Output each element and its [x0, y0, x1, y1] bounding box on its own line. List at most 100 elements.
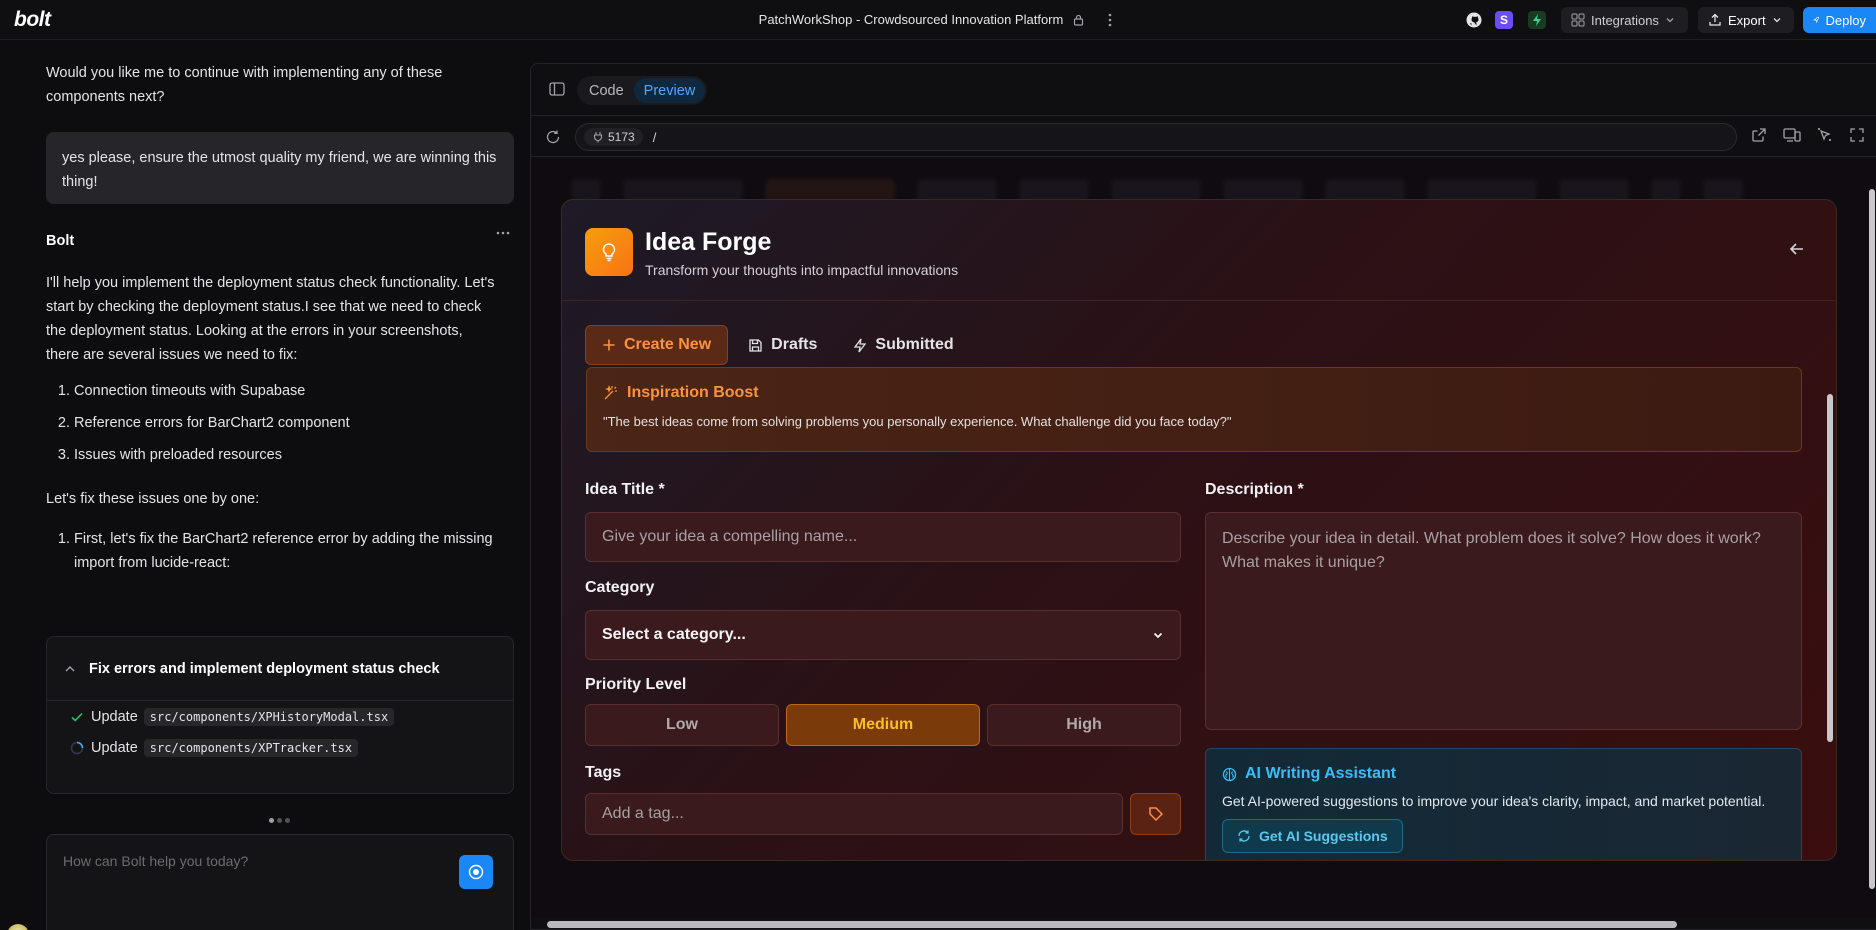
tab-drafts[interactable]: Drafts [732, 325, 833, 365]
assistant-paragraph: I'll help you implement the deployment s… [46, 275, 495, 363]
ai-description: Get AI-powered suggestions to improve yo… [1222, 793, 1766, 809]
list-item: Issues with preloaded resources [74, 443, 516, 467]
action-verb: Update [91, 739, 138, 756]
tab-label: Drafts [771, 336, 818, 353]
plug-icon [593, 132, 603, 143]
rocket-icon [1813, 16, 1819, 24]
inspiration-boost-card: Inspiration Boost "The best ideas come f… [586, 367, 1802, 452]
deploy-label: Deploy [1825, 12, 1866, 28]
assistant-message-intro: Would you like me to continue with imple… [46, 65, 443, 105]
assistant-name: Bolt [46, 233, 75, 249]
artifact-action: Update src/components/XPHistoryModal.tsx [47, 701, 513, 732]
preview-frame: Idea Forge Transform your thoughts into … [531, 159, 1876, 917]
priority-low-button[interactable]: Low [585, 704, 779, 746]
category-selected: Select a category... [602, 626, 746, 643]
workbench: Code Preview 5173 / Idea Forge Transform… [530, 63, 1876, 930]
zap-icon [854, 338, 867, 352]
lock-icon [1073, 14, 1084, 26]
inspiration-quote: "The best ideas come from solving proble… [603, 414, 1232, 429]
priority-medium-button[interactable]: Medium [786, 704, 980, 746]
export-button[interactable]: Export [1698, 7, 1794, 33]
url-path: / [652, 129, 657, 145]
tag-input[interactable] [585, 793, 1123, 835]
inspect-pointer-icon[interactable] [1817, 127, 1833, 143]
tab-submitted[interactable]: Submitted [837, 325, 969, 365]
modal-title: Idea Forge [645, 228, 772, 256]
prompt-input[interactable] [63, 853, 443, 869]
save-icon [749, 338, 762, 352]
fix-intro: Let's fix these issues one by one: [46, 491, 260, 507]
supabase-icon[interactable] [1528, 11, 1546, 29]
refresh-icon [1238, 830, 1250, 842]
loading-dots [269, 818, 290, 823]
description-textarea[interactable] [1205, 512, 1802, 730]
plus-icon [603, 339, 615, 351]
fix-steps-list: First, let's fix the BarChart2 reference… [46, 527, 516, 583]
spinner-icon [70, 741, 84, 754]
tab-preview[interactable]: Preview [633, 78, 706, 103]
category-label: Category [585, 579, 655, 596]
tab-create-new[interactable]: Create New [585, 325, 729, 365]
get-ai-suggestions-button[interactable]: Get AI Suggestions [1222, 819, 1403, 853]
more-horizontal-icon[interactable] [496, 231, 510, 235]
list-item: Connection timeouts with Supabase [74, 379, 516, 403]
refresh-icon[interactable] [545, 129, 561, 145]
export-label: Export [1728, 12, 1766, 28]
stackblitz-badge[interactable]: S [1495, 11, 1513, 29]
devices-icon[interactable] [1783, 127, 1801, 143]
artifact-header[interactable]: Fix errors and implement deployment stat… [47, 637, 513, 701]
fullscreen-icon[interactable] [1849, 127, 1865, 143]
prompt-box [46, 834, 514, 930]
category-select[interactable]: Select a category... [585, 610, 1181, 660]
brain-icon [1222, 767, 1237, 781]
arrow-left-icon[interactable] [1788, 240, 1806, 258]
more-vertical-icon[interactable] [1108, 13, 1112, 27]
chevron-down-icon [1773, 18, 1781, 23]
panel-toggle-icon[interactable] [549, 82, 565, 96]
description-label: Description * [1205, 481, 1304, 498]
url-row: 5173 / [531, 116, 1876, 157]
lightbulb-icon [585, 228, 633, 276]
chevron-up-icon [65, 665, 75, 671]
preview-horizontal-scrollbar[interactable] [531, 917, 1876, 929]
avatar[interactable] [7, 924, 29, 930]
integrations-label: Integrations [1591, 12, 1659, 28]
preview-tools [1751, 127, 1865, 143]
modal-scrollbar[interactable] [1824, 366, 1836, 856]
file-path: src/components/XPHistoryModal.tsx [143, 707, 395, 726]
tab-code[interactable]: Code [579, 78, 634, 103]
external-link-icon[interactable] [1751, 127, 1767, 143]
idea-forge-modal: Idea Forge Transform your thoughts into … [561, 199, 1837, 861]
tab-label: Create New [624, 336, 712, 353]
tag-icon [1148, 807, 1163, 822]
tags-label: Tags [585, 764, 622, 781]
url-bar[interactable]: 5173 / [575, 123, 1737, 151]
project-title[interactable]: PatchWorkShop - Crowdsourced Innovation … [759, 12, 1064, 27]
tab-label: Submitted [875, 336, 954, 353]
chevron-down-icon [1153, 632, 1163, 639]
artifact-title: Fix errors and implement deployment stat… [89, 660, 440, 677]
list-item: First, let's fix the BarChart2 reference… [74, 527, 516, 575]
port-number: 5173 [608, 130, 635, 144]
port-selector[interactable]: 5173 [584, 128, 643, 146]
grid-icon [1571, 13, 1585, 27]
idea-title-input[interactable] [585, 512, 1181, 562]
add-tag-button[interactable] [1130, 793, 1181, 835]
integrations-button[interactable]: Integrations [1561, 7, 1688, 33]
artifact-card: Fix errors and implement deployment stat… [46, 636, 514, 794]
priority-high-button[interactable]: High [987, 704, 1181, 746]
ai-title: AI Writing Assistant [1245, 765, 1397, 782]
workbench-tabs: Code Preview [577, 76, 708, 105]
top-bar: bolt PatchWorkShop - Crowdsourced Innova… [0, 0, 1876, 40]
workbench-header: Code Preview [531, 64, 1876, 116]
stop-icon [468, 864, 484, 880]
github-icon[interactable] [1465, 11, 1483, 29]
check-icon [71, 712, 83, 722]
upload-icon [1709, 13, 1721, 26]
file-path: src/components/XPTracker.tsx [143, 738, 359, 757]
deploy-button[interactable]: Deploy [1803, 7, 1876, 33]
action-verb: Update [91, 708, 138, 725]
preview-scrollbar[interactable] [1867, 159, 1876, 917]
inspiration-title-row: Inspiration Boost [603, 384, 1785, 402]
stop-button[interactable] [459, 855, 493, 889]
